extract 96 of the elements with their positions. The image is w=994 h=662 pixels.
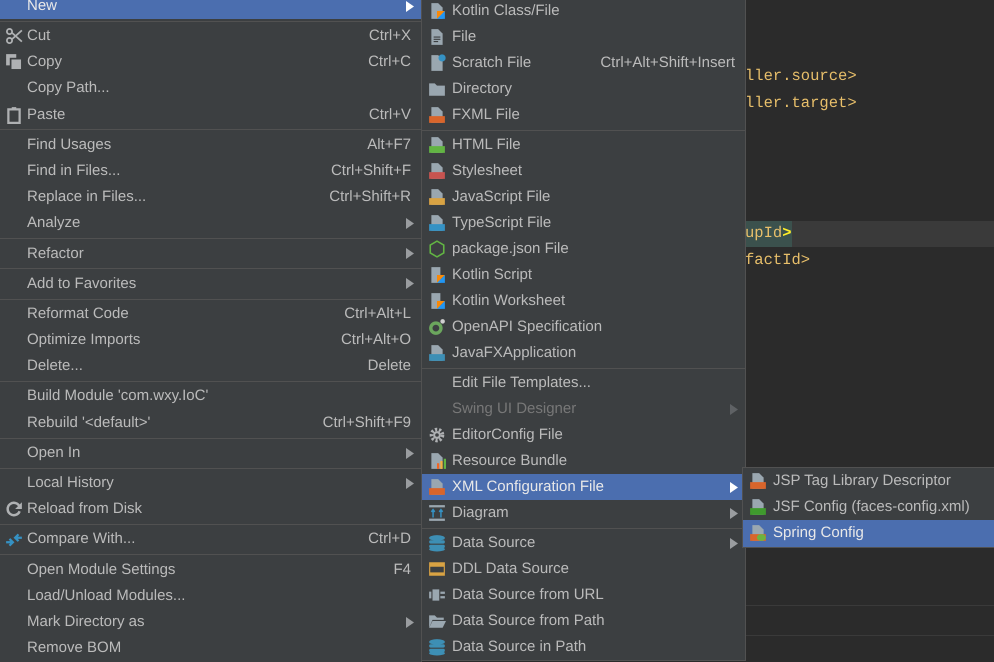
menu-item[interactable]: File <box>422 24 745 50</box>
compare-icon <box>4 530 22 549</box>
shortcut-text: Alt+F7 <box>367 134 411 155</box>
menu-item[interactable]: OpenAPI Specification <box>422 314 745 340</box>
menu-item[interactable]: Cut Ctrl+X <box>0 23 421 50</box>
menu-item[interactable]: Reformat Code Ctrl+Alt+L <box>0 301 421 328</box>
menu-item[interactable]: package.json File <box>422 236 745 262</box>
submenu-arrow-icon <box>730 508 738 518</box>
submenu-arrow-icon <box>406 448 414 459</box>
menu-item[interactable]: Kotlin Script <box>422 262 745 288</box>
menu-item[interactable]: Data Source in Path <box>422 634 745 660</box>
menu-item[interactable]: Find in Files... Ctrl+Shift+F <box>0 158 421 184</box>
menu-item[interactable]: DDL Data Source <box>422 556 745 582</box>
database-icon <box>428 638 446 656</box>
shortcut-text: Ctrl+Alt+O <box>340 330 411 350</box>
shortcut-text: F4 <box>393 560 411 580</box>
menu-item[interactable]: Kotlin Class/File <box>422 0 745 24</box>
file-badge-icon <box>428 478 446 496</box>
menu-item[interactable]: Rebuild '<default>' Ctrl+Shift+F9 <box>0 410 421 436</box>
menu-item[interactable]: Find Usages Alt+F7 <box>0 132 421 158</box>
shortcut-text: Ctrl+X <box>368 26 411 46</box>
menu-item[interactable]: JSF Config (faces-config.xml) <box>743 494 994 520</box>
menu-item[interactable]: Open In <box>0 440 421 466</box>
menu-item[interactable]: JavaFXApplication <box>422 340 745 366</box>
shortcut-text: Ctrl+D <box>368 529 411 550</box>
file-badge-icon <box>428 106 446 124</box>
shortcut-text: Ctrl+Shift+F <box>330 160 411 181</box>
menu-item[interactable]: Open Module Settings F4 <box>0 556 421 583</box>
menu-item[interactable]: Spring Config <box>743 520 994 547</box>
file-badge-icon <box>428 214 446 232</box>
menu-item[interactable]: Replace in Files... Ctrl+Shift+R <box>0 184 421 210</box>
menu-item[interactable]: JSP Tag Library Descriptor <box>743 468 994 494</box>
diagram-icon <box>428 504 446 522</box>
scissors-icon <box>4 27 22 46</box>
hexagon-icon <box>428 240 446 258</box>
menu-item[interactable]: TypeScript File <box>422 210 745 236</box>
shortcut-text: Ctrl+Alt+Shift+Insert <box>600 52 735 73</box>
file-badge-icon <box>428 162 446 180</box>
file-badge-icon <box>428 344 446 362</box>
menu-item[interactable]: Diagram <box>422 500 745 526</box>
submenu-arrow-icon <box>730 404 738 414</box>
menu-item[interactable]: FXML File <box>422 102 745 128</box>
submenu-arrow-icon <box>406 278 414 290</box>
reload-icon <box>4 500 22 518</box>
database-badge-icon <box>428 560 446 578</box>
menu-item[interactable]: Add to Favorites <box>0 270 421 298</box>
submenu-arrow-icon <box>406 478 414 489</box>
circle-logo-icon <box>428 318 446 336</box>
shortcut-text: Ctrl+Alt+L <box>344 304 411 324</box>
database-icon <box>428 534 446 552</box>
file-badge-icon <box>749 524 767 542</box>
menu-item[interactable]: XML Configuration File <box>422 474 745 500</box>
menu-item[interactable]: Load/Unload Modules... <box>0 582 421 610</box>
menu-item[interactable]: JavaScript File <box>422 184 745 210</box>
menu-item[interactable]: Mark Directory as <box>0 609 421 636</box>
submenu-arrow-icon <box>730 538 738 548</box>
shortcut-text: Ctrl+Shift+F9 <box>322 412 411 433</box>
menu-item[interactable]: Delete... Delete <box>0 353 421 380</box>
file-badge-icon <box>428 188 446 206</box>
menu-item[interactable]: Edit File Templates... <box>422 370 745 396</box>
menu-item[interactable]: Data Source from Path <box>422 608 745 634</box>
menu-item[interactable]: Kotlin Worksheet <box>422 288 745 314</box>
menu-item[interactable]: Compare With... Ctrl+D <box>0 526 421 553</box>
menu-item[interactable]: Local History <box>0 470 421 496</box>
file-badge-icon <box>749 498 767 516</box>
settings-icon <box>428 426 446 444</box>
menu-item[interactable]: Copy Path... <box>0 76 421 102</box>
menu-item[interactable]: Resource Bundle <box>422 448 745 474</box>
menu-item[interactable]: EditorConfig File <box>422 422 745 448</box>
submenu-arrow-icon <box>406 616 414 628</box>
shortcut-text: Ctrl+C <box>368 52 411 72</box>
menu-item[interactable]: Paste Ctrl+V <box>0 102 421 128</box>
menu-item[interactable]: Remove BOM <box>0 635 421 662</box>
menu-item[interactable]: Build Module 'com.wxy.IoC' <box>0 384 421 410</box>
submenu-arrow-icon <box>406 218 414 230</box>
menu-item[interactable]: Copy Ctrl+C <box>0 49 421 76</box>
shortcut-text: Ctrl+Shift+R <box>329 187 411 208</box>
submenu-arrow-icon <box>730 482 738 492</box>
menu-item[interactable]: Data Source from URL <box>422 582 745 608</box>
menu-item[interactable]: Stylesheet <box>422 158 745 184</box>
menu-item[interactable]: Data Source <box>422 530 745 556</box>
file-badge-icon <box>749 472 767 490</box>
shortcut-text: Ctrl+V <box>368 104 411 125</box>
submenu-arrow-icon <box>406 0 414 12</box>
menu-item[interactable]: Refactor <box>0 240 421 267</box>
submenu-arrow-icon <box>406 248 414 260</box>
menu-item[interactable]: HTML File <box>422 132 745 158</box>
shortcut-text: Delete <box>368 356 411 376</box>
menu-item[interactable]: Analyze <box>0 210 421 237</box>
copy-icon <box>4 53 22 72</box>
menu-item[interactable]: Optimize Imports Ctrl+Alt+O <box>0 327 421 354</box>
file-badge-icon <box>428 136 446 154</box>
menu-item[interactable]: Reload from Disk <box>0 496 421 523</box>
menu-item[interactable]: Directory <box>422 76 745 102</box>
clipboard-icon <box>4 106 22 124</box>
menu-item[interactable]: Scratch File Ctrl+Alt+Shift+Insert <box>422 50 745 76</box>
